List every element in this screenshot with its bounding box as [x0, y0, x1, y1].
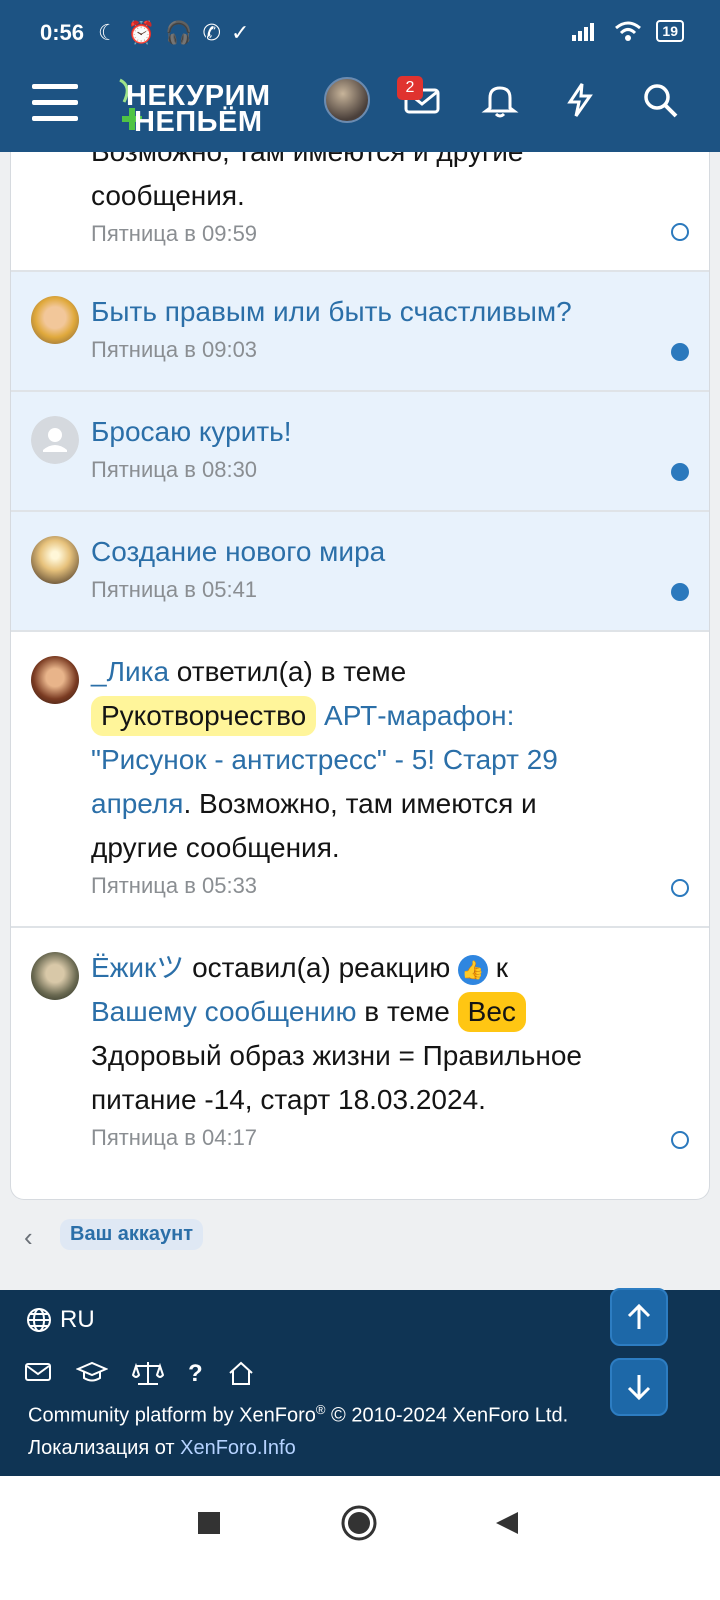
- alert-action: оставил(а) реакцию: [184, 952, 451, 983]
- alert-item[interactable]: Ёжикツ оставил(а) реакцию 👍 к Вашему сооб…: [11, 928, 709, 1199]
- thread-prefix[interactable]: Рукотворчество: [91, 696, 317, 736]
- user-avatar[interactable]: [324, 77, 370, 123]
- default-avatar-icon[interactable]: [31, 416, 79, 464]
- thread-link[interactable]: АРТ-марафон:: [324, 700, 514, 731]
- bolt-icon[interactable]: [560, 80, 600, 120]
- thread-link[interactable]: Создание нового мира: [91, 530, 385, 574]
- back-nav-icon[interactable]: [494, 1510, 520, 1536]
- alert-text-clipped: Возможно, там имеются и другие: [91, 152, 523, 174]
- app-header: 0:56 ☾ ⏰ 🎧 ✆ ✓ 19 НЕКУРИМ НЕПЬЁМ 2: [0, 0, 720, 152]
- alerts-list: Возможно, там имеются и другие сообщения…: [10, 152, 710, 1200]
- breadcrumb-account[interactable]: Ваш аккаунт: [60, 1219, 204, 1250]
- thread-link[interactable]: Быть правым или быть счастливым?: [91, 290, 572, 334]
- alert-tail-cont: другие сообщения.: [91, 832, 340, 863]
- scroll-up-button[interactable]: [610, 1288, 668, 1346]
- menu-icon[interactable]: [32, 84, 78, 124]
- bell-icon[interactable]: [480, 80, 520, 120]
- breadcrumb-back-icon[interactable]: ‹: [24, 1222, 33, 1253]
- like-reaction-icon: 👍: [458, 954, 489, 985]
- thread-link[interactable]: Бросаю курить!: [91, 410, 292, 454]
- system-nav-bar: [0, 1476, 720, 1600]
- alert-in-thread: в теме: [356, 996, 458, 1027]
- status-time: 0:56: [40, 20, 85, 45]
- user-avatar[interactable]: [31, 656, 79, 704]
- globe-icon: [27, 1308, 51, 1332]
- scales-icon[interactable]: [132, 1360, 164, 1386]
- message-link[interactable]: Вашему сообщению: [91, 996, 357, 1027]
- localization-link[interactable]: XenForo.Info: [180, 1437, 296, 1459]
- localization-text: Локализация от: [28, 1436, 181, 1459]
- viber-icon: ✆: [202, 20, 221, 45]
- site-logo[interactable]: НЕКУРИМ НЕПЬЁМ: [112, 76, 292, 138]
- alert-time: Пятница в 05:33: [91, 873, 258, 898]
- scroll-up-icon: [627, 1303, 651, 1329]
- user-avatar[interactable]: [31, 296, 79, 344]
- thread-title: Здоровый образ жизни = Правильное: [91, 1040, 582, 1071]
- battery-icon: 19: [656, 20, 684, 42]
- recent-apps-icon[interactable]: [196, 1510, 222, 1536]
- logo-line-2: НЕПЬЁМ: [134, 106, 263, 138]
- language-label: RU: [60, 1306, 95, 1333]
- home-icon[interactable]: [227, 1360, 255, 1386]
- navbar: НЕКУРИМ НЕПЬЁМ 2: [0, 68, 720, 152]
- alert-time: Пятница в 09:03: [91, 337, 258, 362]
- mark-read-toggle[interactable]: [671, 463, 689, 481]
- thread-link-cont[interactable]: "Рисунок - антистресс" - 5! Старт 29: [91, 738, 691, 782]
- check-icon: ✓: [230, 20, 250, 45]
- graduation-cap-icon[interactable]: [76, 1360, 108, 1384]
- thread-title-cont: питание -14, старт 18.03.2024.: [91, 1084, 486, 1115]
- user-avatar[interactable]: [31, 952, 79, 1000]
- search-icon[interactable]: [640, 80, 680, 120]
- copyright: Community platform by XenForo® © 2010-20…: [28, 1394, 568, 1464]
- language-selector[interactable]: RU: [26, 1306, 95, 1334]
- alert-item[interactable]: _Лика ответил(а) в теме Рукотворчество А…: [11, 632, 709, 928]
- mark-read-toggle[interactable]: [671, 343, 689, 361]
- mark-read-toggle[interactable]: [671, 1131, 689, 1149]
- thread-link-end[interactable]: апреля: [91, 788, 183, 819]
- copyright-text-2: © 2010-2024 XenForo Ltd.: [325, 1404, 569, 1427]
- copyright-text-1[interactable]: Community platform by XenForo: [28, 1405, 316, 1427]
- alert-item[interactable]: Бросаю курить! Пятница в 08:30: [11, 392, 709, 512]
- alert-time: Пятница в 09:59: [91, 221, 258, 246]
- moon-icon: ☾: [98, 20, 118, 45]
- mark-read-toggle[interactable]: [671, 223, 689, 241]
- footer-links: ?: [24, 1360, 255, 1388]
- scroll-down-icon: [627, 1375, 651, 1401]
- alert-item[interactable]: Создание нового мира Пятница в 05:41: [11, 512, 709, 632]
- user-avatar[interactable]: [31, 536, 79, 584]
- home-nav-icon[interactable]: [340, 1504, 378, 1542]
- alert-text: сообщения.: [91, 180, 245, 211]
- alert-item[interactable]: Быть правым или быть счастливым? Пятница…: [11, 272, 709, 392]
- mark-read-toggle[interactable]: [671, 879, 689, 897]
- alert-action: ответил(а) в теме: [169, 656, 407, 687]
- user-link[interactable]: _Лика: [91, 656, 169, 687]
- messages-badge: 2: [397, 76, 423, 100]
- alert-time: Пятница в 08:30: [91, 457, 258, 482]
- user-link[interactable]: Ёжикツ: [91, 952, 184, 983]
- wifi-icon: [615, 21, 642, 41]
- help-icon[interactable]: ?: [188, 1360, 203, 1388]
- alert-time: Пятница в 05:41: [91, 577, 258, 602]
- mark-read-toggle[interactable]: [671, 583, 689, 601]
- contact-mail-icon[interactable]: [24, 1360, 52, 1384]
- alert-to: к: [488, 952, 509, 983]
- signal-icon: [572, 23, 595, 41]
- alarm-icon: ⏰: [127, 20, 156, 45]
- status-right: 19: [572, 20, 684, 42]
- headphones-icon: 🎧: [165, 20, 193, 45]
- alert-tail: . Возможно, там имеются и: [183, 788, 537, 819]
- status-icons: ☾ ⏰ 🎧 ✆ ✓: [98, 20, 249, 46]
- thread-prefix[interactable]: Вес: [457, 992, 526, 1032]
- scroll-down-button[interactable]: [610, 1358, 668, 1416]
- status-bar: 0:56 ☾ ⏰ 🎧 ✆ ✓ 19: [0, 0, 720, 68]
- alert-time: Пятница в 04:17: [91, 1125, 258, 1150]
- alert-item[interactable]: Возможно, там имеются и другие сообщения…: [11, 152, 709, 272]
